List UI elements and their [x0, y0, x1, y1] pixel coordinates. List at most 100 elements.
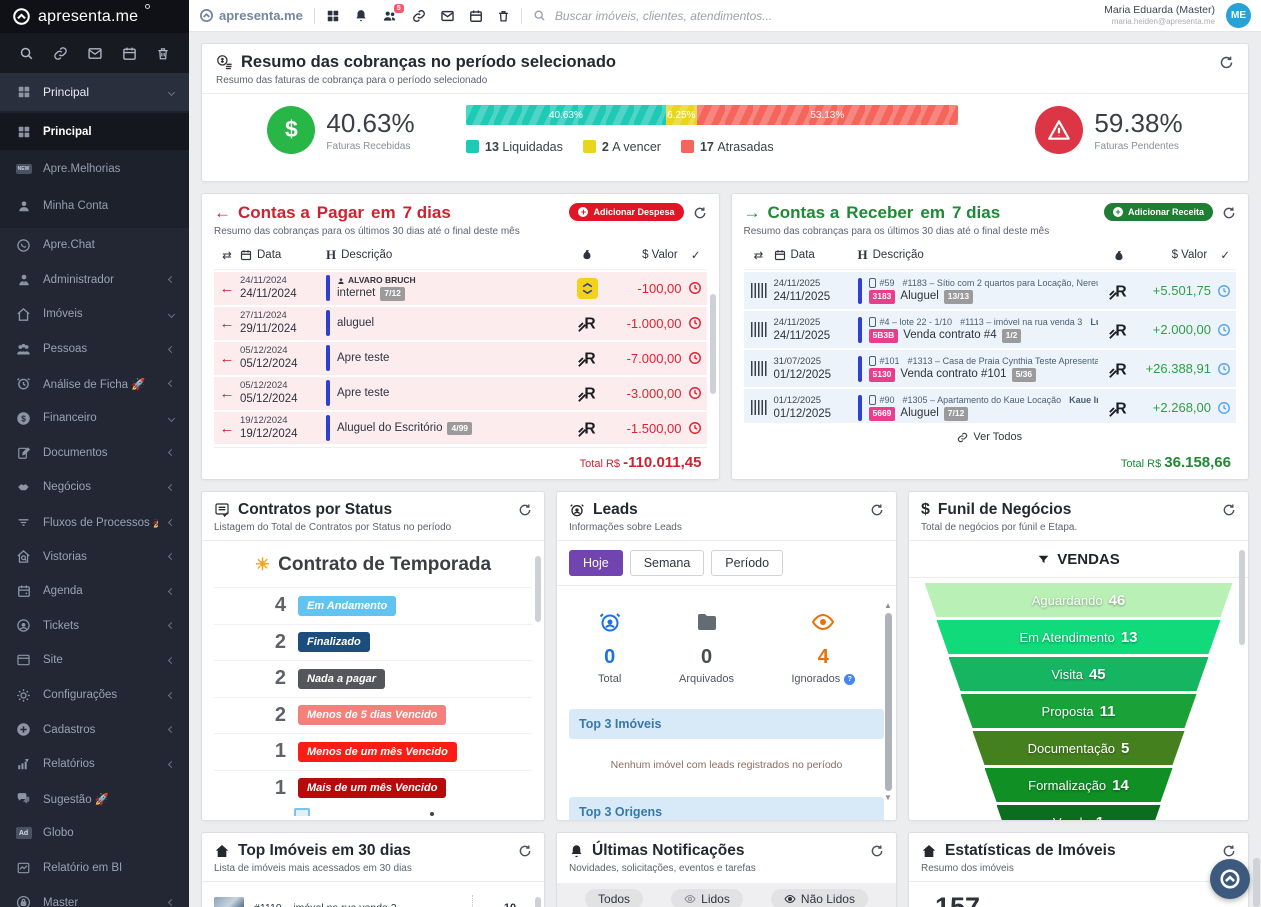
sidebar-item-documentos[interactable]: Documentos	[0, 436, 189, 471]
funnel-stage[interactable]: Formalização 14	[985, 768, 1173, 802]
status-row[interactable]: 2 Menos de 5 dias Vencido	[214, 696, 532, 734]
sidebar-item-imoveis[interactable]: Imóveis	[0, 297, 189, 332]
funnel-stage[interactable]: Aguardando 46	[925, 583, 1233, 617]
calendar-icon[interactable]	[469, 9, 483, 23]
refresh-icon[interactable]	[870, 501, 884, 517]
refresh-icon[interactable]	[1219, 53, 1234, 70]
sidebar-item-agenda[interactable]: Agenda	[0, 574, 189, 609]
refresh-icon[interactable]	[1222, 204, 1236, 220]
avatar[interactable]: ME	[1226, 3, 1251, 28]
property-row[interactable]: #1110 – imóvel na rua venda 2 10	[214, 890, 532, 907]
sidebar-group-principal[interactable]: Principal	[0, 73, 189, 111]
users-icon[interactable]: 5	[382, 3, 404, 23]
sidebar-item-minha-conta[interactable]: Minha Conta	[0, 187, 189, 224]
refresh-icon[interactable]	[518, 501, 532, 517]
sidebar-item-master[interactable]: Master	[0, 885, 189, 907]
sidebar-item-pessoas[interactable]: Pessoas	[0, 332, 189, 367]
column-valor[interactable]: $ Valor ✓	[611, 248, 707, 262]
mail-icon[interactable]	[87, 46, 103, 61]
calendar-icon[interactable]	[122, 46, 137, 61]
scrollbar-thumb[interactable]	[1239, 550, 1245, 645]
sidebar-item-apre-melhorias[interactable]: NEW Apre.Melhorias	[0, 150, 189, 187]
table-row[interactable]: 24/11/2025 24/11/2025 #4 – lote 22 - 1/10…	[743, 311, 1236, 349]
table-row[interactable]: 31/07/2025 01/12/2025 #101 #1313 – Casa de…	[743, 350, 1236, 388]
sidebar-item-apre-chat[interactable]: Apre.Chat	[0, 228, 189, 263]
sidebar-item-configuracoes[interactable]: Configurações	[0, 678, 189, 713]
sidebar-item-relatorio-em-bi[interactable]: Relatório em BI	[0, 851, 189, 886]
scrollbar-thumb[interactable]	[709, 294, 716, 394]
scrollbar-thumb[interactable]	[535, 897, 541, 907]
table-row[interactable]: ← 05/12/2024 05/12/2024 Apre teste R -7.0…	[214, 341, 707, 375]
refresh-icon[interactable]	[1222, 501, 1236, 517]
adicionar-receita-button[interactable]: + Adicionar Receita	[1103, 203, 1213, 221]
swap-icon[interactable]: ⇄	[214, 248, 240, 262]
refresh-icon[interactable]	[693, 204, 707, 220]
tab-hoje[interactable]: Hoje	[569, 550, 623, 576]
search-input[interactable]	[554, 8, 1094, 23]
top3-imoveis-header[interactable]: Top 3 Imóveis	[569, 709, 884, 739]
ver-todos-link[interactable]: Ver Todos	[744, 423, 1237, 445]
sidebar-item-vistorias[interactable]: Vistorias	[0, 539, 189, 574]
sidebar-item-sugestao[interactable]: Sugestão 🚀	[0, 782, 189, 817]
sidebar-logo[interactable]: apresenta.me	[0, 0, 189, 33]
funnel-stage[interactable]: Venda1	[997, 805, 1161, 821]
bank-column-icon[interactable]	[565, 248, 611, 261]
sidebar-item-globo[interactable]: Ad Globo	[0, 816, 189, 851]
tab-periodo[interactable]: Período	[711, 550, 784, 576]
sidebar-item-principal[interactable]: Principal	[0, 113, 189, 150]
status-row[interactable]: 2 Finalizado	[214, 623, 532, 661]
sidebar-item-administrador[interactable]: Administrador	[0, 263, 189, 298]
sidebar-item-site[interactable]: Site	[0, 643, 189, 678]
funnel-stage[interactable]: Proposta 11	[961, 694, 1197, 728]
sidebar-item-financeiro[interactable]: $ Financeiro	[0, 401, 189, 436]
tab-lidos[interactable]: Lidos	[671, 889, 743, 907]
bank-column-icon[interactable]	[1098, 249, 1140, 262]
top3-origens-header[interactable]: Top 3 Origens	[569, 797, 884, 820]
trash-icon[interactable]	[156, 46, 170, 61]
help-icon[interactable]: ?	[844, 673, 856, 685]
sidebar-item-analise-de-ficha[interactable]: Análise de Ficha 🚀	[0, 366, 189, 401]
sidebar-item-tickets[interactable]: Tickets	[0, 609, 189, 644]
refresh-icon[interactable]	[870, 842, 884, 858]
adicionar-despesa-button[interactable]: + Adicionar Despesa	[569, 203, 684, 221]
refresh-icon[interactable]	[1222, 842, 1236, 858]
link-icon[interactable]	[412, 9, 426, 23]
link-icon[interactable]	[53, 46, 68, 61]
column-data[interactable]: Data	[240, 249, 326, 261]
mail-icon[interactable]	[440, 9, 455, 23]
funnel-stage[interactable]: Em Atendimento 13	[937, 620, 1221, 654]
page-scrollbar-thumb[interactable]	[1253, 858, 1260, 907]
swap-icon[interactable]: ⇄	[744, 248, 774, 262]
trash-icon[interactable]	[497, 9, 510, 23]
sidebar-item-relatorios[interactable]: Relatórios	[0, 747, 189, 782]
grid-icon[interactable]	[326, 9, 340, 23]
scrollbar-thumb[interactable]	[884, 613, 892, 791]
search-icon[interactable]	[19, 46, 34, 61]
sidebar-item-negocios[interactable]: Negócios	[0, 470, 189, 505]
column-descricao[interactable]: H Descrição	[858, 247, 1099, 263]
bell-icon[interactable]	[354, 9, 368, 23]
table-row[interactable]: 24/11/2025 24/11/2025 #59 #1183 – Sítio co…	[743, 272, 1236, 310]
topbar-logo[interactable]: apresenta.me	[199, 8, 303, 23]
scroll-down-icon[interactable]: ▼	[883, 794, 893, 802]
user-info[interactable]: Maria Eduarda (Master) maria.heiden@apre…	[1104, 4, 1215, 27]
table-row[interactable]: ← 24/11/2024 24/11/2024 ALVARO BRUCH inte…	[214, 271, 707, 305]
leads-scrollbar[interactable]: ▲ ▼	[883, 602, 893, 810]
column-descricao[interactable]: H Descrição	[326, 247, 565, 263]
funnel-stage[interactable]: Documentação 5	[973, 731, 1185, 765]
table-row[interactable]: ← 05/12/2024 05/12/2024 Apre teste R -3.0…	[214, 376, 707, 410]
tab-todos[interactable]: Todos	[585, 889, 644, 907]
table-row[interactable]: 01/12/2025 01/12/2025 #90 #1305 – Apartame…	[743, 389, 1236, 423]
tab-nao-lidos[interactable]: Não Lidos	[770, 889, 868, 907]
column-data[interactable]: Data	[774, 249, 858, 261]
table-row[interactable]: ← 19/12/2024 19/12/2024 Aluguel do Escrit…	[214, 411, 707, 444]
status-row[interactable]: 2 Nada a pagar	[214, 660, 532, 697]
funnel-stage[interactable]: Visita 45	[949, 657, 1209, 691]
scroll-to-top-button[interactable]	[1210, 859, 1250, 899]
status-row[interactable]: 1 Menos de um mês Vencido	[214, 733, 532, 770]
scrollbar-thumb[interactable]	[535, 556, 541, 622]
refresh-icon[interactable]	[518, 842, 532, 858]
scroll-up-icon[interactable]: ▲	[883, 602, 893, 610]
status-row[interactable]: 1 Mais de um mês Vencido	[214, 769, 532, 807]
sidebar-item-cadastros[interactable]: Cadastros	[0, 712, 189, 747]
